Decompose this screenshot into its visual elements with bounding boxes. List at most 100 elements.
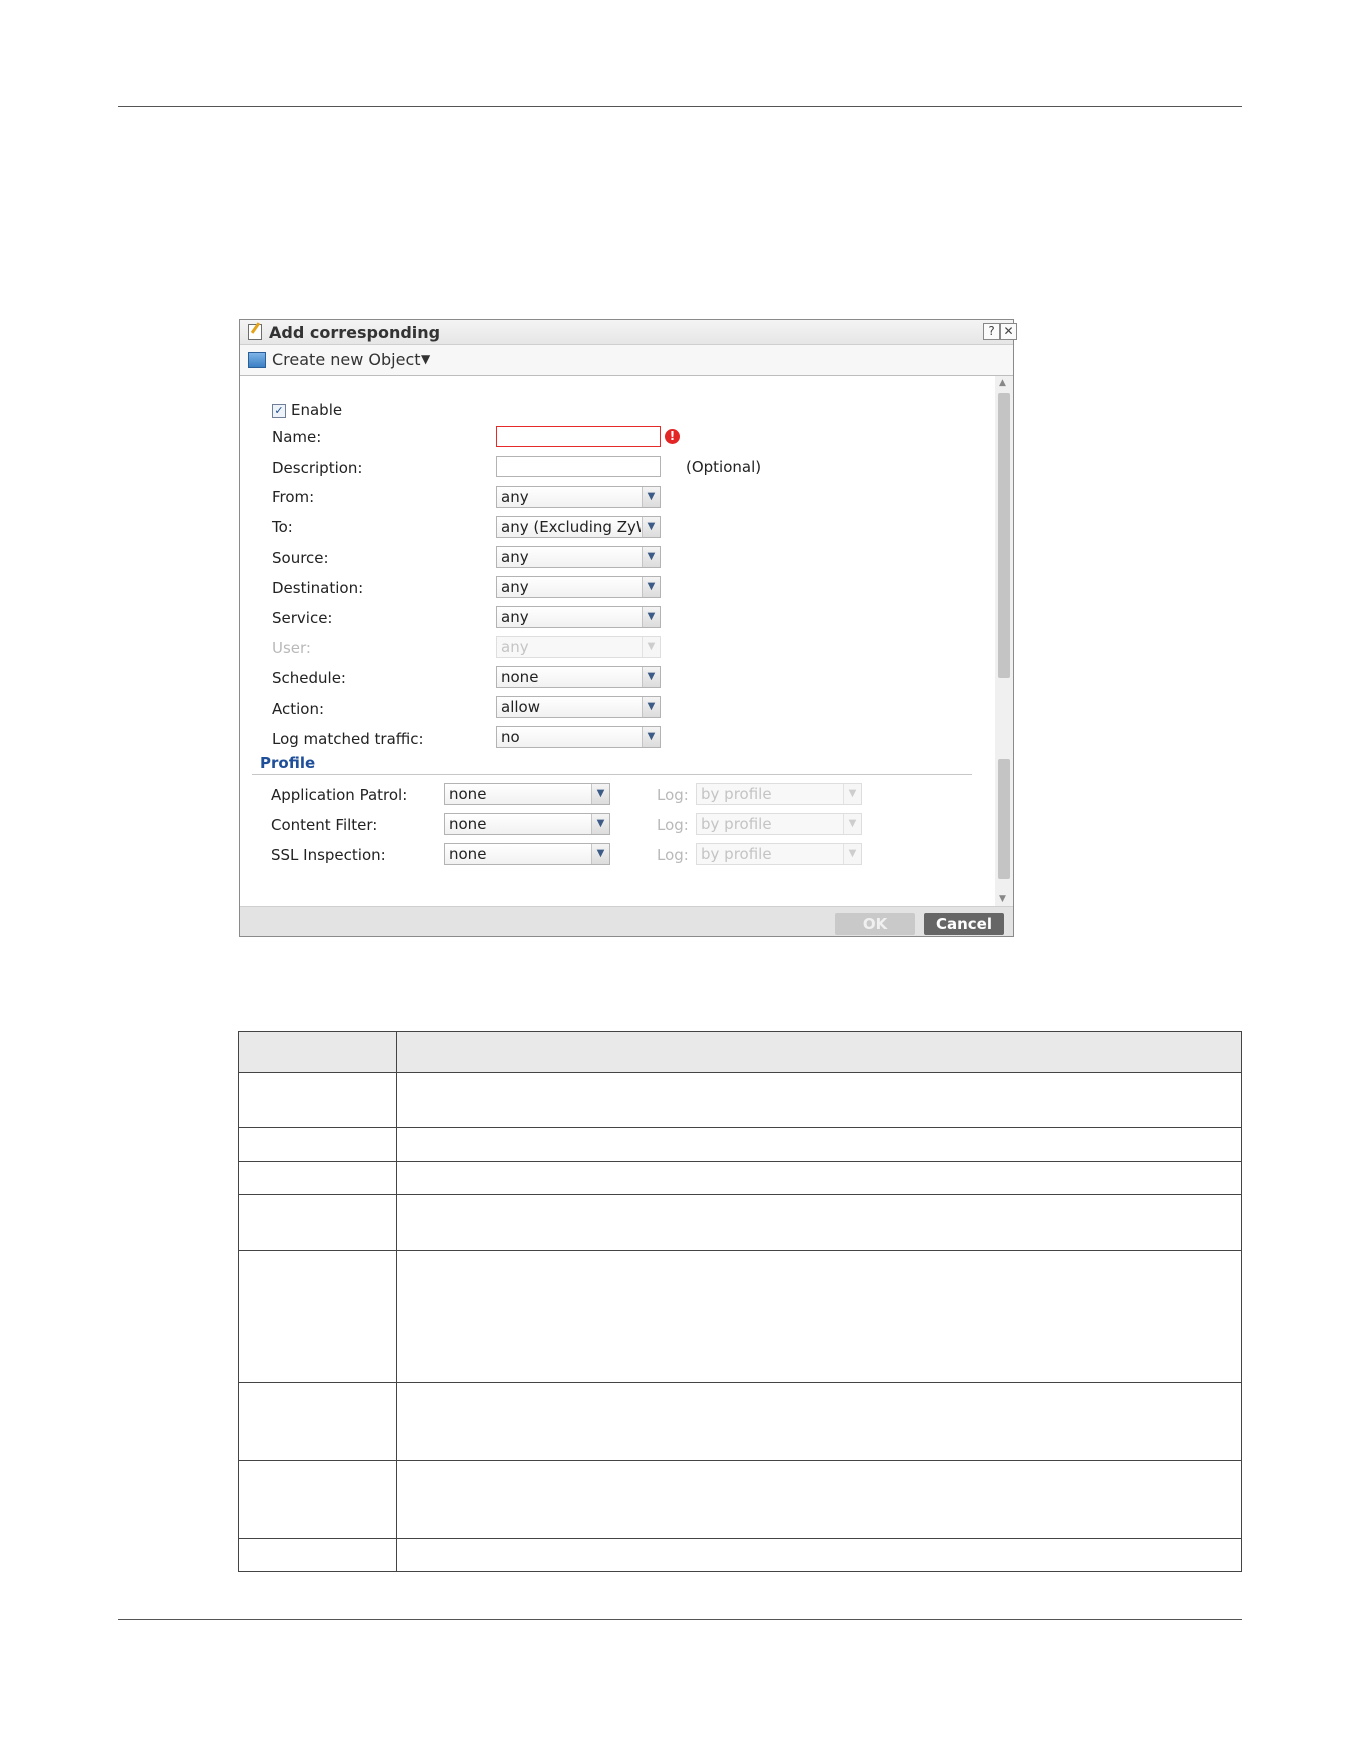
header-rule (118, 106, 1242, 107)
chevron-down-icon: ▼ (642, 697, 660, 717)
field-description-table (238, 1031, 1242, 1572)
chevron-down-icon: ▼ (843, 784, 861, 804)
dialog-toolbar: Create new Object ▼ (240, 345, 1013, 376)
content-filter-log-select: by profile ▼ (696, 813, 862, 835)
chevron-down-icon: ▼ (591, 784, 609, 804)
service-label: Service: (272, 609, 333, 627)
optional-hint: (Optional) (686, 458, 762, 476)
table-row (238, 1538, 1242, 1572)
dialog-footer: OK Cancel (240, 906, 1013, 936)
schedule-select[interactable]: none ▼ (496, 666, 661, 688)
application-patrol-log-select: by profile ▼ (696, 783, 862, 805)
destination-select[interactable]: any ▼ (496, 576, 661, 598)
from-label: From: (272, 488, 315, 506)
chevron-down-icon: ▼ (642, 577, 660, 597)
content-filter-label: Content Filter: (271, 816, 378, 834)
description-label: Description: (272, 459, 363, 477)
profile-heading: Profile (260, 754, 316, 772)
action-select[interactable]: allow ▼ (496, 696, 661, 718)
to-value: any (Excluding ZyW (501, 518, 641, 536)
object-icon (248, 352, 266, 368)
enable-checkbox[interactable]: ✓ (272, 404, 286, 418)
from-value: any (501, 488, 529, 506)
description-input[interactable] (496, 456, 661, 477)
ssl-inspection-select[interactable]: none ▼ (444, 843, 610, 865)
table-row (238, 1382, 1242, 1461)
application-patrol-log-value: by profile (701, 785, 772, 803)
table-row (238, 1194, 1242, 1251)
service-value: any (501, 608, 529, 626)
table-row (238, 1460, 1242, 1539)
footer-rule (118, 1619, 1242, 1620)
application-patrol-label: Application Patrol: (271, 786, 408, 804)
destination-value: any (501, 578, 529, 596)
from-select[interactable]: any ▼ (496, 486, 661, 508)
help-icon[interactable]: ? (983, 323, 1000, 340)
to-label: To: (272, 518, 293, 536)
edit-icon (248, 324, 262, 340)
user-select: any ▼ (496, 636, 661, 658)
chevron-down-icon: ▼ (642, 517, 660, 537)
error-icon: ! (665, 429, 680, 444)
dialog-title: Add corresponding (269, 323, 441, 342)
close-icon[interactable]: ✕ (1000, 323, 1017, 340)
destination-label: Destination: (272, 579, 364, 597)
chevron-down-icon: ▼ (642, 727, 660, 747)
user-value: any (501, 638, 529, 656)
ok-button[interactable]: OK (835, 913, 915, 935)
chevron-down-icon: ▼ (642, 607, 660, 627)
table-header-cell (396, 1031, 1242, 1073)
log-matched-traffic-select[interactable]: no ▼ (496, 726, 661, 748)
scroll-up-icon[interactable]: ▲ (999, 378, 1006, 388)
log-matched-traffic-label: Log matched traffic: (272, 730, 424, 748)
action-label: Action: (272, 700, 325, 718)
action-value: allow (501, 698, 540, 716)
cancel-button[interactable]: Cancel (924, 913, 1004, 935)
caret-down-icon[interactable]: ▼ (421, 352, 430, 366)
ssl-inspection-value: none (449, 845, 487, 863)
source-label: Source: (272, 549, 329, 567)
chevron-down-icon: ▼ (843, 844, 861, 864)
ssl-inspection-log-label: Log: (657, 846, 689, 864)
application-patrol-log-label: Log: (657, 786, 689, 804)
profile-divider (252, 774, 972, 775)
chevron-down-icon: ▼ (642, 487, 660, 507)
content-filter-log-value: by profile (701, 815, 772, 833)
source-select[interactable]: any ▼ (496, 546, 661, 568)
ssl-inspection-log-select: by profile ▼ (696, 843, 862, 865)
source-value: any (501, 548, 529, 566)
chevron-down-icon: ▼ (642, 667, 660, 687)
scrollbar-thumb-lower[interactable] (998, 759, 1010, 879)
name-input[interactable] (496, 426, 661, 447)
content-filter-log-label: Log: (657, 816, 689, 834)
content-filter-value: none (449, 815, 487, 833)
table-row (238, 1127, 1242, 1162)
table-header-cell (238, 1031, 397, 1073)
chevron-down-icon: ▼ (642, 547, 660, 567)
create-new-object-button[interactable]: Create new Object (272, 350, 421, 369)
ssl-inspection-log-value: by profile (701, 845, 772, 863)
to-select[interactable]: any (Excluding ZyW ▼ (496, 516, 661, 538)
log-matched-traffic-value: no (501, 728, 520, 746)
schedule-label: Schedule: (272, 669, 346, 687)
enable-label: Enable (291, 401, 343, 419)
scroll-down-icon[interactable]: ▼ (999, 894, 1006, 904)
user-label: User: (272, 639, 311, 657)
service-select[interactable]: any ▼ (496, 606, 661, 628)
dialog-content: ✓ Enable Name: ! Description: (Optional)… (240, 376, 993, 906)
vertical-scrollbar[interactable]: ▲ ▼ (995, 376, 1013, 906)
chevron-down-icon: ▼ (591, 844, 609, 864)
schedule-value: none (501, 668, 539, 686)
scrollbar-thumb[interactable] (998, 393, 1010, 678)
application-patrol-select[interactable]: none ▼ (444, 783, 610, 805)
application-patrol-value: none (449, 785, 487, 803)
ssl-inspection-label: SSL Inspection: (271, 846, 386, 864)
name-label: Name: (272, 428, 322, 446)
table-row (238, 1072, 1242, 1128)
table-header-row (238, 1031, 1242, 1073)
content-filter-select[interactable]: none ▼ (444, 813, 610, 835)
chevron-down-icon: ▼ (591, 814, 609, 834)
dialog-titlebar: Add corresponding ? ✕ (240, 320, 1017, 345)
table-row (238, 1161, 1242, 1195)
add-corresponding-dialog: Add corresponding ? ✕ Create new Object … (239, 319, 1017, 937)
